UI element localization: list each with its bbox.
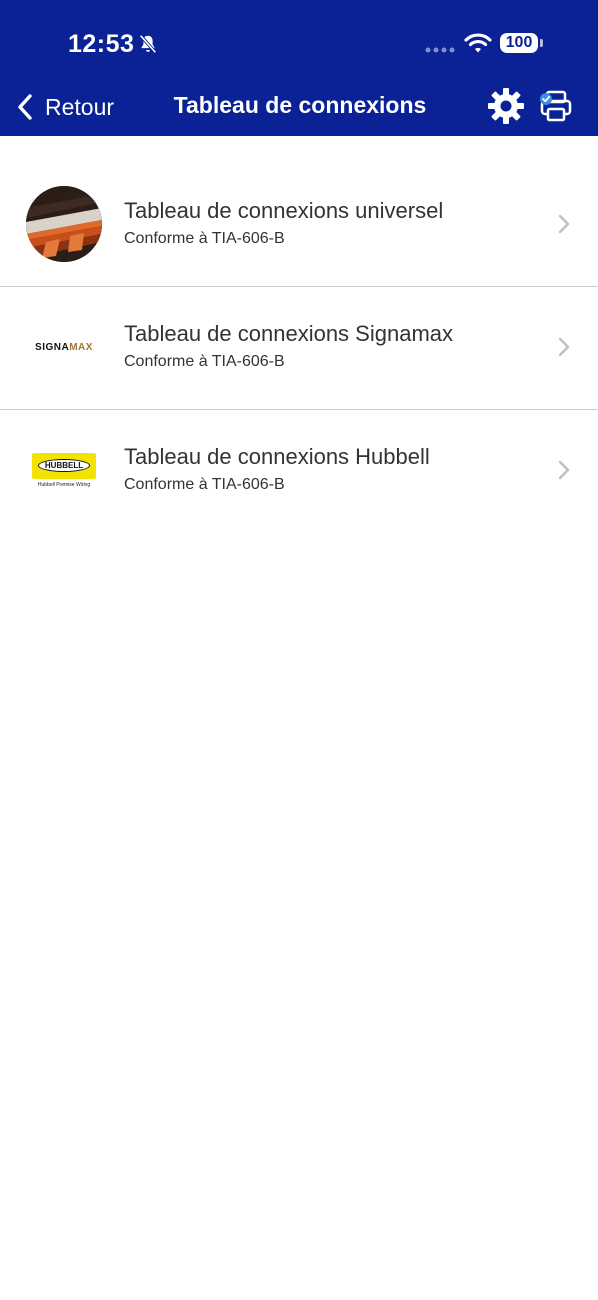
hubbell-logo-text: HUBBELL — [37, 459, 91, 472]
cellular-signal-icon — [425, 47, 455, 53]
wifi-icon — [464, 33, 492, 53]
hubbell-logo-box: HUBBELL — [32, 452, 96, 479]
patch-panel-list: Tableau de connexions universel Conforme… — [0, 136, 598, 532]
patch-panel-photo-graphic — [26, 186, 102, 262]
chevron-right-icon — [558, 460, 570, 480]
status-time: 12:53 — [68, 30, 135, 58]
item-subtitle: Conforme à TIA-606-B — [124, 353, 285, 370]
item-title: Tableau de connexions Signamax — [124, 321, 454, 346]
chevron-right-icon — [558, 337, 570, 357]
signamax-logo-text-a: SIGNA — [35, 341, 70, 353]
page-title: Tableau de connexions — [173, 92, 427, 118]
item-subtitle: Conforme à TIA-606-B — [124, 476, 285, 493]
signamax-logo-text-b: MAX — [69, 341, 93, 353]
item-title: Tableau de connexions universel — [124, 198, 444, 223]
printer-icon[interactable] — [538, 88, 574, 124]
back-label: Retour — [45, 93, 115, 120]
list-item-signamax[interactable]: SIGNA MAX Tableau de connexions Signamax … — [0, 287, 598, 410]
item-subtitle: Conforme à TIA-606-B — [124, 230, 285, 247]
status-bar: 12:53 100 — [0, 0, 598, 80]
list-item-universal[interactable]: Tableau de connexions universel Conforme… — [0, 136, 598, 287]
battery-tip — [540, 39, 543, 47]
back-button[interactable]: Retour — [16, 88, 114, 126]
patch-panel-photo — [26, 186, 102, 262]
chevron-left-icon — [18, 94, 32, 120]
chevron-right-icon — [558, 214, 570, 234]
signamax-logo: SIGNA MAX — [26, 309, 102, 385]
list-item-hubbell[interactable]: HUBBELL Hubbell Premise Wiring Tableau d… — [0, 410, 598, 532]
hubbell-logo: HUBBELL Hubbell Premise Wiring — [26, 432, 102, 508]
item-title: Tableau de connexions Hubbell — [124, 444, 430, 469]
bell-muted-icon — [139, 34, 157, 54]
hubbell-logo-tagline: Hubbell Premise Wiring — [37, 481, 91, 488]
gear-icon[interactable] — [486, 86, 526, 126]
battery-indicator: 100 — [500, 33, 538, 53]
header: 12:53 100 Retour Tableau de connexions — [0, 0, 598, 136]
